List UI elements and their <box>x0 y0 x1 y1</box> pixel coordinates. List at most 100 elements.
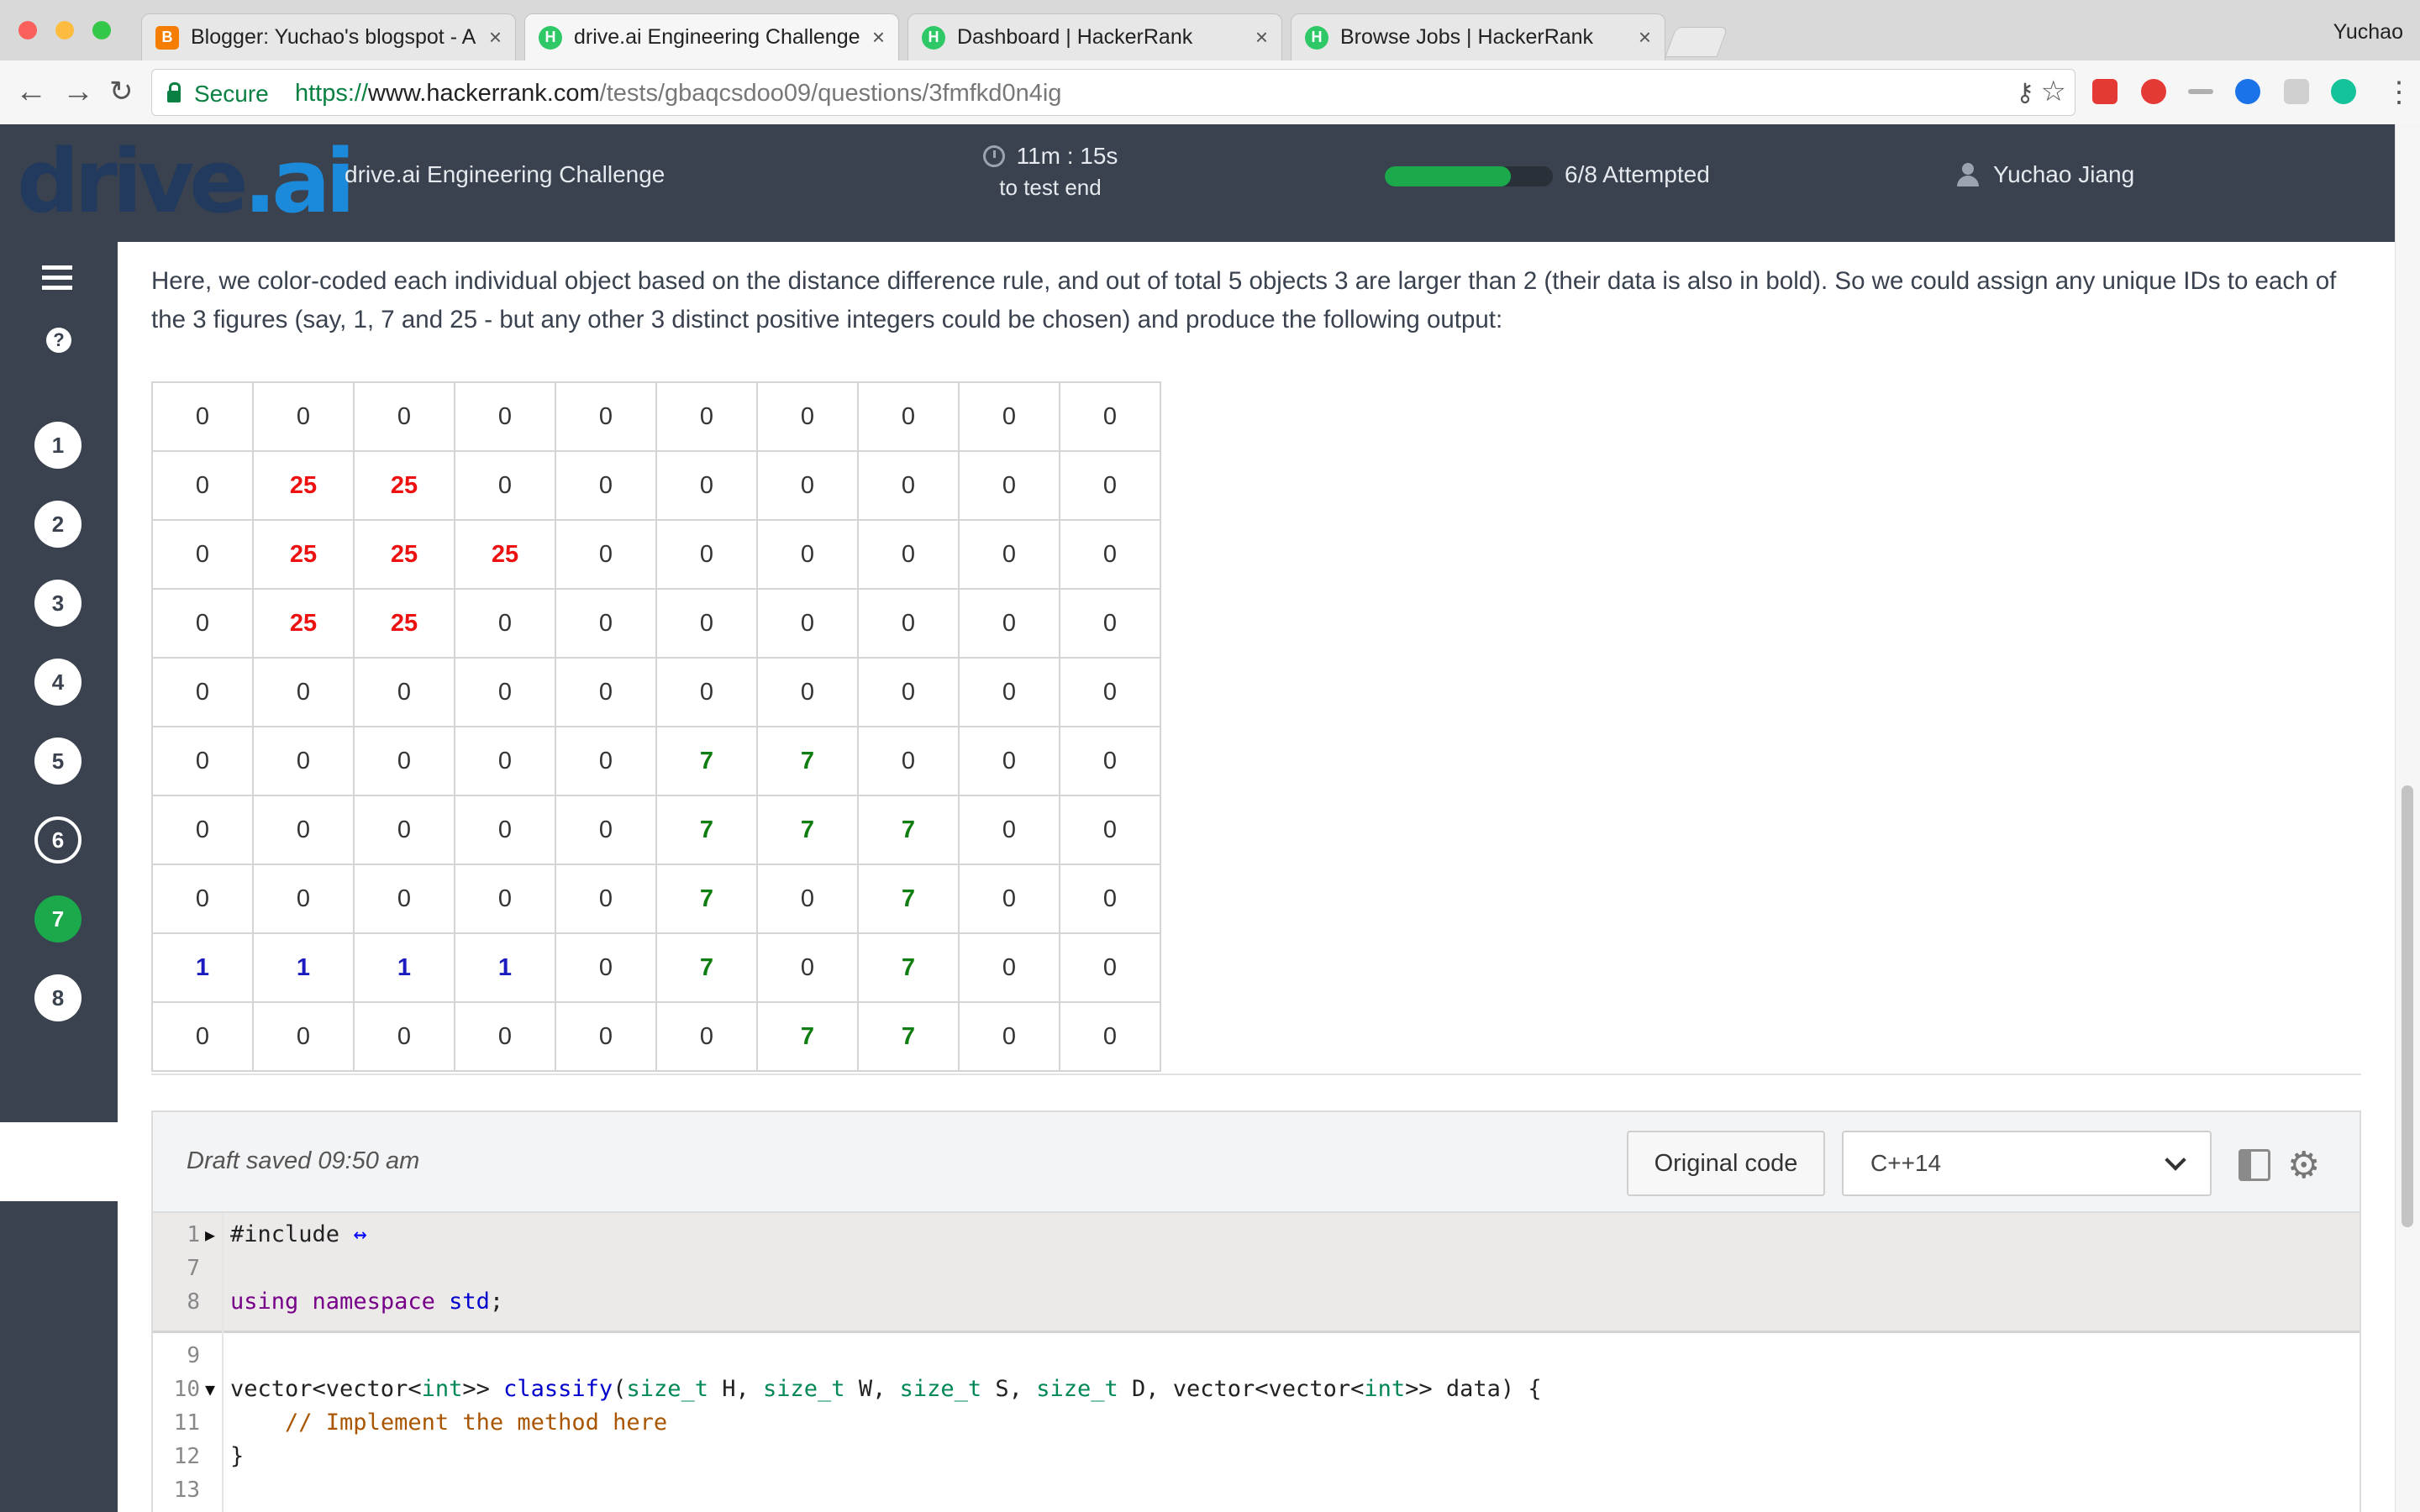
extension-notification-icon[interactable] <box>2141 79 2166 104</box>
code-line[interactable]: 12} <box>153 1440 2360 1473</box>
line-number: 11 <box>173 1410 200 1436</box>
new-tab-button[interactable] <box>1665 27 1728 57</box>
grid-cell: 0 <box>958 1001 1060 1072</box>
grid-cell: 1 <box>151 932 254 1003</box>
back-arrow-icon[interactable]: ← <box>15 76 47 108</box>
code-token: D, vector<vector< <box>1118 1376 1365 1402</box>
line-number: 13 <box>173 1478 200 1503</box>
forward-arrow-icon[interactable]: → <box>62 76 94 108</box>
code-token: ( <box>613 1376 627 1402</box>
question-7-button[interactable]: 7 <box>34 895 82 942</box>
layout-toggle-icon[interactable] <box>2238 1149 2270 1181</box>
minimize-window-button[interactable] <box>55 21 74 39</box>
help-icon[interactable]: ? <box>46 328 71 353</box>
hackerrank-icon: H <box>1305 25 1328 50</box>
close-icon[interactable]: × <box>1639 24 1651 50</box>
question-8-button[interactable]: 8 <box>34 974 82 1021</box>
grid-cell: 7 <box>655 864 758 934</box>
grid-cell: 0 <box>958 450 1060 521</box>
original-code-button[interactable]: Original code <box>1627 1131 1825 1196</box>
zoom-window-button[interactable] <box>92 21 111 39</box>
grid-row: 0000007700 <box>151 1001 1161 1072</box>
line-number: 12 <box>173 1444 200 1469</box>
grid-cell: 0 <box>857 450 960 521</box>
grid-cell: 0 <box>555 726 657 796</box>
language-select[interactable]: C++14 <box>1842 1131 2212 1196</box>
grid-cell: 0 <box>454 1001 556 1072</box>
browser-tab[interactable]: Hdrive.ai Engineering Challenge × <box>524 13 899 60</box>
code-token: >> data) { <box>1405 1376 1542 1402</box>
question-3-button[interactable]: 3 <box>34 580 82 627</box>
code-text: vector<vector<int>> classify(size_t H, s… <box>230 1373 1542 1406</box>
fold-collapse-icon[interactable]: ▼ <box>205 1373 215 1406</box>
grid-cell: 25 <box>252 519 355 590</box>
shield-icon[interactable] <box>2284 79 2309 104</box>
profile-name[interactable]: Yuchao <box>2333 20 2403 45</box>
question-2-button[interactable]: 2 <box>34 501 82 548</box>
reader-icon[interactable] <box>2188 89 2213 94</box>
grid-cell: 25 <box>252 450 355 521</box>
grid-cell: 0 <box>1059 864 1161 934</box>
menu-dots-icon[interactable]: ⋮ <box>2385 76 2413 109</box>
timer-caption: to test end <box>999 175 1102 200</box>
code-line[interactable]: 13 <box>153 1473 2360 1507</box>
test-timer: 11m : 15s to test end <box>975 143 1126 201</box>
bookmark-star-icon[interactable]: ☆ <box>2041 75 2066 108</box>
gear-icon[interactable]: ⚙ <box>2287 1147 2324 1184</box>
draft-status: Draft saved 09:50 am <box>187 1147 420 1174</box>
grid-cell: 7 <box>857 795 960 865</box>
code-line[interactable]: 10 ▼ vector<vector<int>> classify(size_t H… <box>153 1373 2360 1406</box>
question-6-button[interactable]: 6 <box>34 816 82 864</box>
close-window-button[interactable] <box>18 21 37 39</box>
code-line[interactable]: 11 // Implement the method here <box>153 1406 2360 1440</box>
close-icon[interactable]: × <box>1255 24 1268 50</box>
user-name: Yuchao Jiang <box>1993 161 2135 187</box>
url-text[interactable]: https://www.hackerrank.com/tests/gbaqcsd… <box>295 80 1061 108</box>
close-icon[interactable]: × <box>872 24 885 50</box>
code-token: } <box>230 1443 245 1469</box>
grid-cell: 0 <box>958 657 1060 727</box>
question-4-button[interactable]: 4 <box>34 659 82 706</box>
code-line[interactable]: 8 using namespace std; <box>153 1285 2360 1319</box>
key-icon[interactable]: ⚷ <box>2016 78 2034 108</box>
grid-cell: 0 <box>454 726 556 796</box>
grid-cell: 0 <box>756 932 859 1003</box>
grid-cell: 25 <box>454 519 556 590</box>
fold-expand-icon[interactable]: ▶ <box>205 1218 215 1252</box>
grid-cell: 0 <box>1059 519 1161 590</box>
address-bar[interactable]: Secure https://www.hackerrank.com/tests/… <box>151 69 2075 116</box>
browser-tab[interactable]: B Blogger: Yuchao's blogspot - A × <box>141 13 516 60</box>
code-token[interactable]: ↔ <box>353 1221 366 1247</box>
reload-icon[interactable]: ↻ <box>109 76 134 108</box>
close-icon[interactable]: × <box>489 24 502 50</box>
secure-indicator[interactable]: Secure <box>167 81 269 108</box>
grid-cell: 0 <box>353 795 455 865</box>
user-icon <box>1956 163 1980 186</box>
code-token: std <box>449 1289 490 1315</box>
scrollbar-thumb[interactable] <box>2402 785 2413 1227</box>
extension-red-icon[interactable] <box>2092 79 2118 104</box>
grid-cell: 7 <box>655 726 758 796</box>
grammarly-icon[interactable] <box>2331 79 2356 104</box>
browser-tab[interactable]: H Browse Jobs | HackerRank × <box>1291 13 1665 60</box>
list-icon[interactable] <box>42 265 72 291</box>
user-menu[interactable]: Yuchao Jiang <box>1956 161 2134 188</box>
secure-label: Secure <box>194 81 269 107</box>
question-5-button[interactable]: 5 <box>34 738 82 785</box>
grid-cell: 7 <box>756 1001 859 1072</box>
code-line[interactable]: 7 <box>153 1252 2360 1285</box>
url-scheme: https:// <box>295 80 369 107</box>
grid-cell: 0 <box>353 726 455 796</box>
browser-tab[interactable]: H Dashboard | HackerRank × <box>908 13 1282 60</box>
code-token: W, <box>844 1376 900 1402</box>
logo[interactable]: drive.ai <box>17 131 355 232</box>
code-editor[interactable]: 1 ▶ #include ↔ 7 8 using namespace std; 9 10 ▼ ve… <box>151 1213 2361 1512</box>
code-line[interactable]: 1 ▶ #include ↔ <box>153 1218 2360 1252</box>
code-line[interactable]: 9 <box>153 1339 2360 1373</box>
extension-blue-icon[interactable] <box>2235 79 2260 104</box>
code-token: size_t <box>899 1376 982 1402</box>
grid-cell: 7 <box>857 1001 960 1072</box>
question-1-button[interactable]: 1 <box>34 422 82 469</box>
